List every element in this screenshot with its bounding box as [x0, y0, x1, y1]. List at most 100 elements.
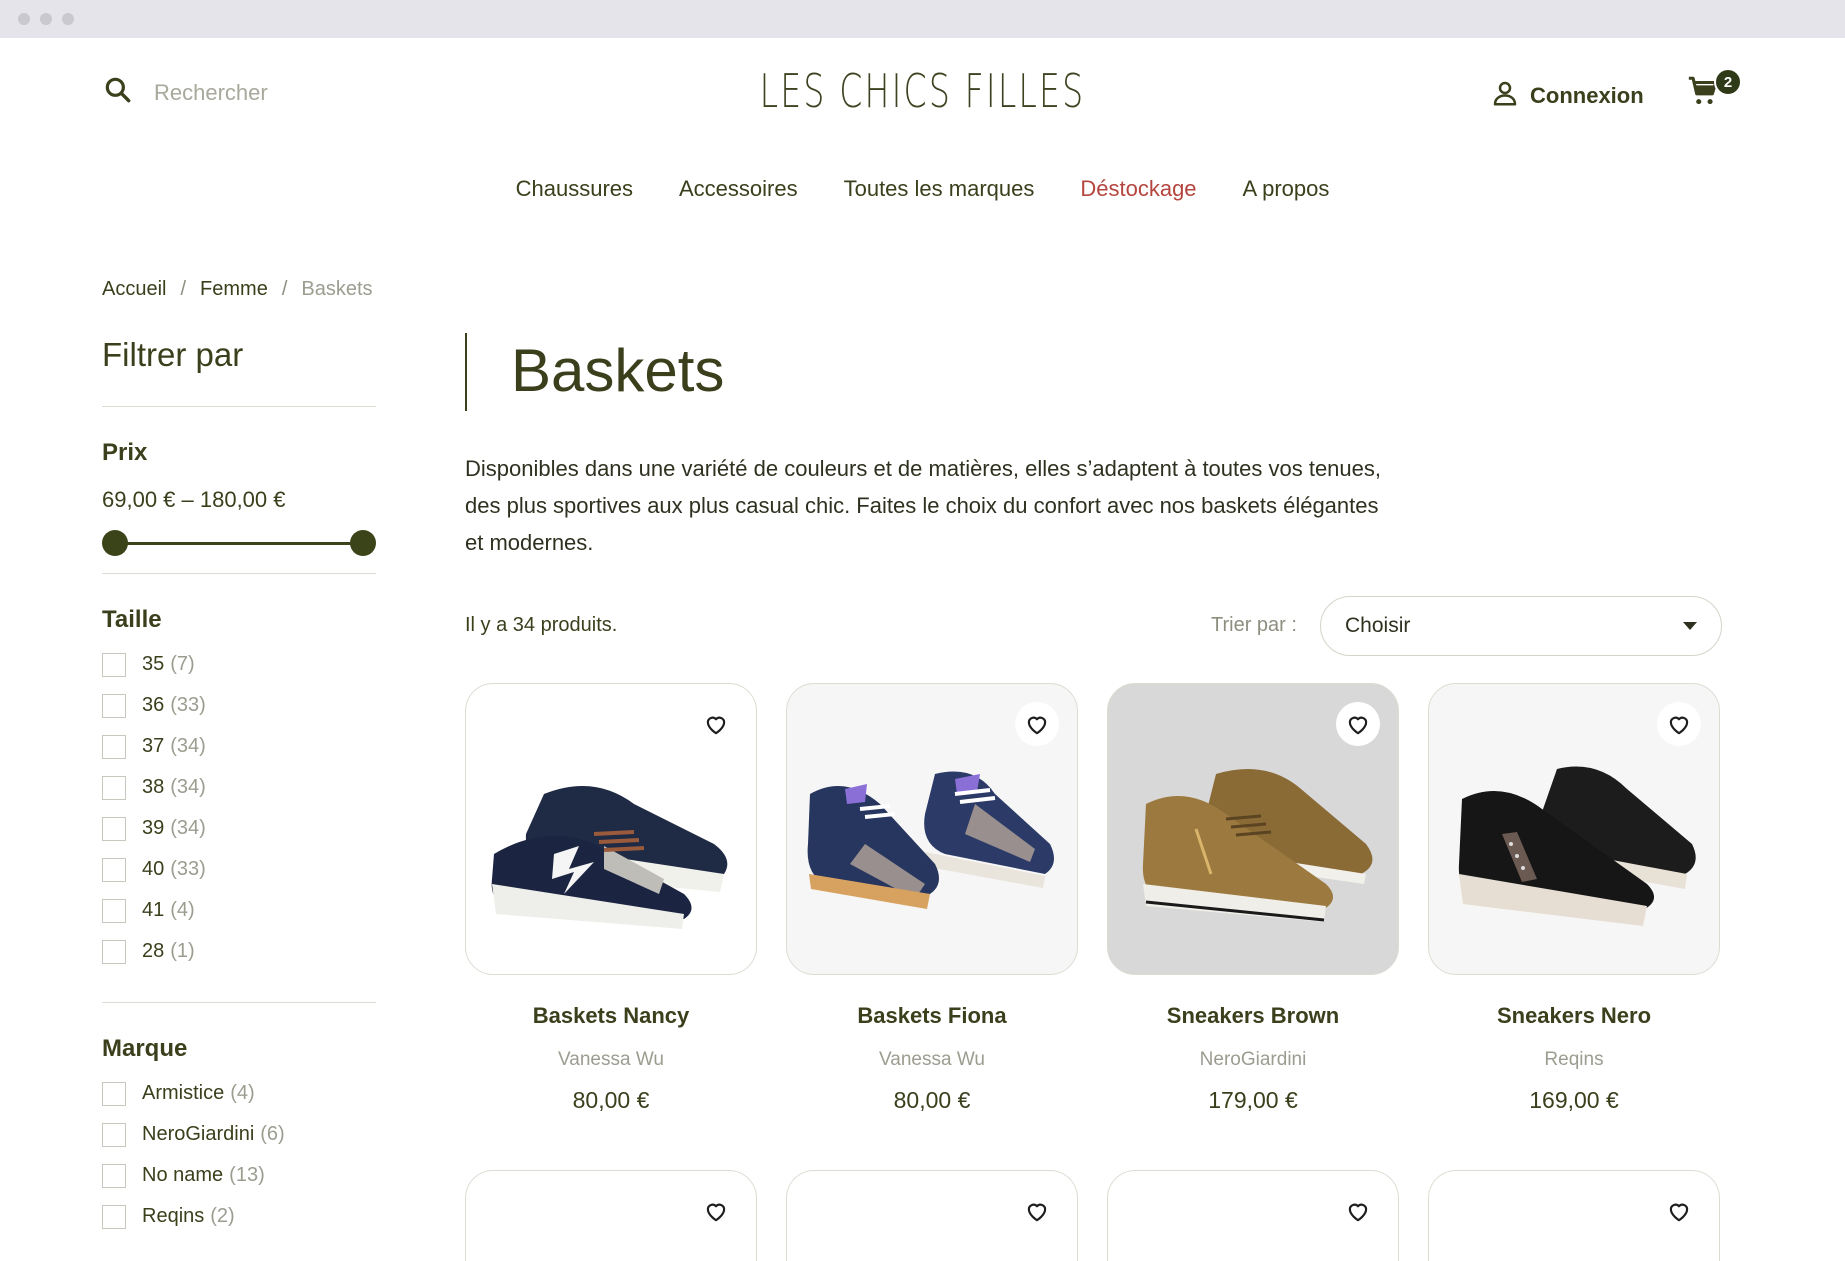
sort-label: Trier par : [1211, 614, 1297, 636]
window-maximize-dot[interactable] [62, 13, 74, 25]
nav-destockage[interactable]: Déstockage [1080, 176, 1196, 202]
size-label: 35 [142, 653, 165, 675]
breadcrumb-femme[interactable]: Femme [200, 278, 268, 301]
product-price: 80,00 € [572, 1087, 650, 1113]
product-name[interactable]: Baskets Nancy [465, 1003, 757, 1029]
brand-option-armistice[interactable]: Armistice (4) [102, 1073, 376, 1114]
login-link[interactable]: Connexion [1490, 78, 1644, 113]
size-count: (33) [170, 858, 206, 880]
product-card[interactable]: Sneakers Nero Reqins 169,00 € [1428, 683, 1720, 1114]
price-slider-max-handle[interactable] [350, 530, 376, 556]
brand-facet-title: Marque [102, 1035, 188, 1062]
nav-chaussures[interactable]: Chaussures [516, 176, 633, 202]
brand-count: (6) [260, 1123, 285, 1145]
wishlist-heart-icon[interactable] [1015, 1189, 1059, 1233]
product-card[interactable]: Baskets Nancy Vanessa Wu 80,00 € [465, 683, 757, 1114]
size-label: 41 [142, 899, 165, 921]
product-price: 80,00 € [893, 1087, 971, 1113]
brand-checkbox[interactable] [102, 1163, 126, 1188]
sort-select[interactable]: Choisir [1320, 596, 1722, 656]
size-count: (34) [170, 776, 206, 798]
price-slider[interactable] [102, 529, 376, 557]
product-name[interactable]: Sneakers Brown [1107, 1003, 1399, 1029]
product-brand: Vanessa Wu [879, 1049, 985, 1070]
browser-title-bar [0, 0, 1845, 38]
size-label: 28 [142, 940, 165, 962]
size-count: (4) [170, 899, 195, 921]
size-option-40[interactable]: 40 (33) [102, 849, 376, 890]
brand-checkbox[interactable] [102, 1122, 126, 1147]
product-image[interactable] [465, 683, 757, 975]
product-card[interactable]: Sneakers Brown NeroGiardini 179,00 € [1107, 683, 1399, 1114]
product-card[interactable] [786, 1170, 1078, 1261]
brand-checkbox[interactable] [102, 1204, 126, 1229]
wishlist-heart-icon[interactable] [1657, 1189, 1701, 1233]
size-checkbox[interactable] [102, 775, 126, 800]
product-price: 179,00 € [1208, 1087, 1298, 1113]
size-label: 40 [142, 858, 165, 880]
title-accent-bar [465, 333, 467, 411]
category-description: Disponibles dans une variété de couleurs… [465, 456, 1381, 555]
site-logo[interactable]: LES CHICS FILLES [258, 64, 1586, 118]
product-name[interactable]: Baskets Fiona [786, 1003, 1078, 1029]
product-image[interactable] [1428, 683, 1720, 975]
main-navigation: Chaussures Accessoires Toutes les marque… [0, 176, 1845, 202]
nav-a-propos[interactable]: A propos [1243, 176, 1330, 202]
product-image[interactable] [1107, 683, 1399, 975]
size-checkbox[interactable] [102, 734, 126, 759]
size-label: 39 [142, 817, 165, 839]
sneaker-illustration [491, 786, 728, 929]
search-icon[interactable] [102, 74, 134, 111]
cart-icon [1686, 76, 1720, 112]
filter-title: Filtrer par [102, 336, 244, 373]
brand-option-nerogiardini[interactable]: NeroGiardini (6) [102, 1114, 376, 1155]
nav-accessoires[interactable]: Accessoires [679, 176, 798, 202]
size-option-38[interactable]: 38 (34) [102, 767, 376, 808]
breadcrumb: Accueil / Femme / Baskets [102, 278, 373, 301]
size-option-35[interactable]: 35 (7) [102, 644, 376, 685]
size-checkbox[interactable] [102, 939, 126, 964]
wishlist-heart-icon[interactable] [694, 1189, 738, 1233]
size-option-41[interactable]: 41 (4) [102, 890, 376, 931]
breadcrumb-accueil[interactable]: Accueil [102, 278, 166, 301]
login-label: Connexion [1530, 82, 1644, 108]
product-card[interactable] [1428, 1170, 1720, 1261]
product-card[interactable] [465, 1170, 757, 1261]
page-title: Baskets [511, 337, 725, 404]
divider [102, 573, 376, 574]
size-checkbox[interactable] [102, 898, 126, 923]
size-checkbox[interactable] [102, 652, 126, 677]
window-close-dot[interactable] [18, 13, 30, 25]
product-image[interactable] [786, 683, 1078, 975]
price-slider-track [114, 542, 364, 545]
size-count: (34) [170, 817, 206, 839]
size-count: (33) [170, 694, 206, 716]
brand-option-reqins[interactable]: Reqins (2) [102, 1196, 376, 1237]
size-checkbox[interactable] [102, 816, 126, 841]
size-count: (7) [170, 653, 195, 675]
brand-label: NeroGiardini [142, 1123, 255, 1145]
brand-option-no-name[interactable]: No name (13) [102, 1155, 376, 1196]
nav-toutes-les-marques[interactable]: Toutes les marques [844, 176, 1035, 202]
size-label: 38 [142, 776, 165, 798]
product-card[interactable]: Baskets Fiona Vanessa Wu 80,00 € [786, 683, 1078, 1114]
size-option-37[interactable]: 37 (34) [102, 726, 376, 767]
sort-selected-value: Choisir [1345, 614, 1411, 637]
brand-label: Reqins [142, 1205, 205, 1227]
brand-count: (2) [210, 1205, 235, 1227]
breadcrumb-separator: / [281, 278, 288, 300]
size-checkbox[interactable] [102, 693, 126, 718]
wishlist-heart-icon[interactable] [1336, 1189, 1380, 1233]
product-name[interactable]: Sneakers Nero [1428, 1003, 1720, 1029]
cart-button[interactable]: 2 [1686, 68, 1742, 112]
price-slider-min-handle[interactable] [102, 530, 128, 556]
size-option-39[interactable]: 39 (34) [102, 808, 376, 849]
product-card[interactable] [1107, 1170, 1399, 1261]
brand-checkbox[interactable] [102, 1081, 126, 1106]
size-checkbox[interactable] [102, 857, 126, 882]
window-minimize-dot[interactable] [40, 13, 52, 25]
brand-count: (13) [229, 1164, 265, 1186]
size-option-28[interactable]: 28 (1) [102, 931, 376, 972]
sneaker-illustration [1458, 766, 1696, 926]
size-option-36[interactable]: 36 (33) [102, 685, 376, 726]
